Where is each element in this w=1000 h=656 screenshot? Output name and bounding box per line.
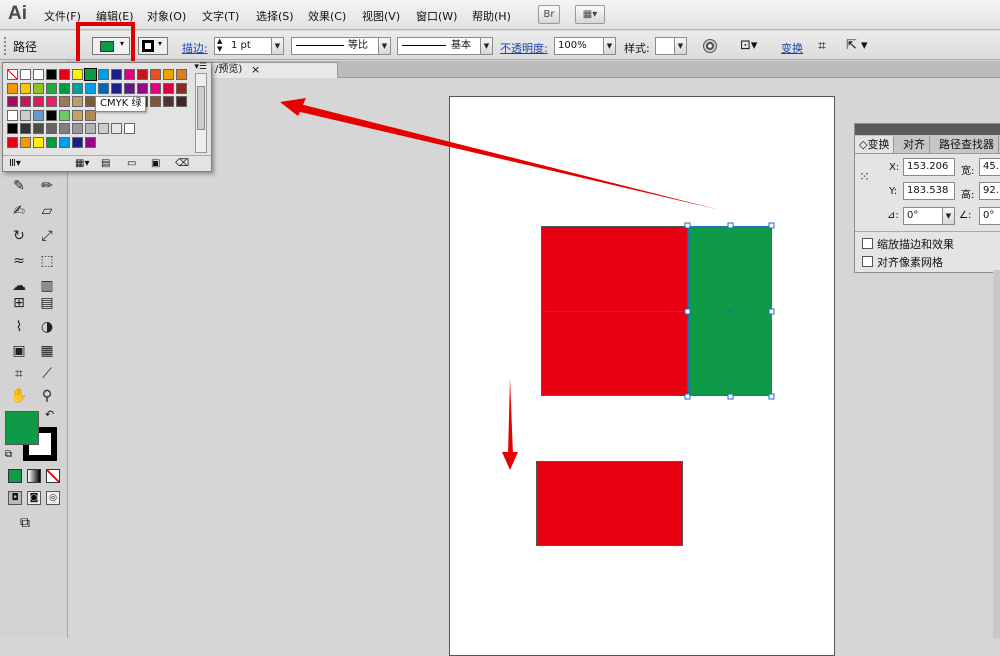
selection-handle[interactable] — [684, 308, 691, 315]
panel-titlebar[interactable] — [855, 124, 1000, 135]
selection-handle[interactable] — [768, 222, 775, 229]
width-input[interactable]: 45. — [979, 158, 1000, 176]
selection-handle[interactable] — [684, 222, 691, 229]
width-label: 宽: — [961, 166, 975, 177]
shear-input[interactable]: 0° — [979, 207, 1000, 225]
tab-transform[interactable]: ◇变换 — [855, 136, 895, 153]
shear-icon: ∠: — [959, 210, 972, 221]
selection-handle[interactable] — [768, 393, 775, 400]
rotate-angle-value: 0° — [907, 210, 919, 221]
rotate-angle-input[interactable]: 0° ▼ — [903, 207, 955, 225]
chevron-down-icon[interactable]: ▼ — [942, 208, 954, 224]
selection-handle[interactable] — [727, 222, 734, 229]
center-point — [728, 309, 732, 313]
tab-align[interactable]: 对齐 — [899, 136, 930, 153]
selection-handle[interactable] — [727, 393, 734, 400]
tab-pathfinder[interactable]: 路径查找器 — [935, 136, 999, 153]
arrow-down — [508, 378, 513, 455]
angle-icon: ⊿: — [887, 210, 899, 221]
arrowhead — [502, 452, 518, 470]
transform-panel: ◇变换 对齐 路径查找器 ⁙ X: 153.206 宽: 45. Y: 183.… — [854, 123, 1000, 273]
height-label: 高: — [961, 190, 975, 201]
y-label: Y: — [889, 186, 898, 197]
arrow-to-swatch — [296, 104, 720, 210]
selection-handle[interactable] — [768, 308, 775, 315]
x-input[interactable]: 153.206 — [903, 158, 955, 176]
overlay-annotations — [280, 98, 775, 470]
reference-point-icon[interactable]: ⁙ — [859, 170, 875, 186]
selection-handle[interactable] — [684, 393, 691, 400]
x-label: X: — [889, 162, 900, 173]
height-input[interactable]: 92. — [979, 182, 1000, 200]
scale-strokes-label: 缩放描边和效果 — [877, 238, 954, 251]
align-pixel-grid-checkbox[interactable] — [862, 256, 873, 267]
align-pixel-grid-label: 对齐像素网格 — [877, 256, 943, 269]
right-scroll-area[interactable] — [993, 270, 1000, 638]
scale-strokes-checkbox[interactable] — [862, 238, 873, 249]
y-input[interactable]: 183.538 — [903, 182, 955, 200]
divider — [855, 231, 1000, 232]
